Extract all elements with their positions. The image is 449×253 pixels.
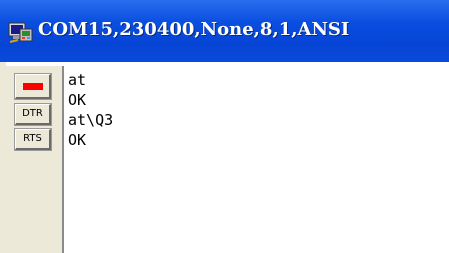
title-bar[interactable]: COM15,230400,None,8,1,ANSI bbox=[0, 0, 449, 62]
terminal-line: at bbox=[68, 71, 87, 89]
terminal-line: OK bbox=[68, 91, 87, 109]
status-lamp-icon bbox=[23, 83, 43, 90]
terminal-output[interactable]: at OK at\Q3 OK bbox=[68, 68, 449, 253]
terminal-app-icon[interactable] bbox=[8, 20, 34, 44]
terminal-window: COM15,230400,None,8,1,ANSI DTR RTS at OK… bbox=[0, 0, 449, 253]
window-title: COM15,230400,None,8,1,ANSI bbox=[38, 19, 350, 40]
terminal-line: at\Q3 bbox=[68, 111, 114, 129]
control-panel: DTR RTS bbox=[6, 66, 64, 253]
dtr-button[interactable]: DTR bbox=[14, 103, 52, 126]
terminal-line: OK bbox=[68, 131, 87, 149]
status-indicator-button[interactable] bbox=[14, 73, 52, 100]
rts-button[interactable]: RTS bbox=[14, 128, 52, 151]
window-body: DTR RTS at OK at\Q3 OK bbox=[0, 62, 449, 253]
